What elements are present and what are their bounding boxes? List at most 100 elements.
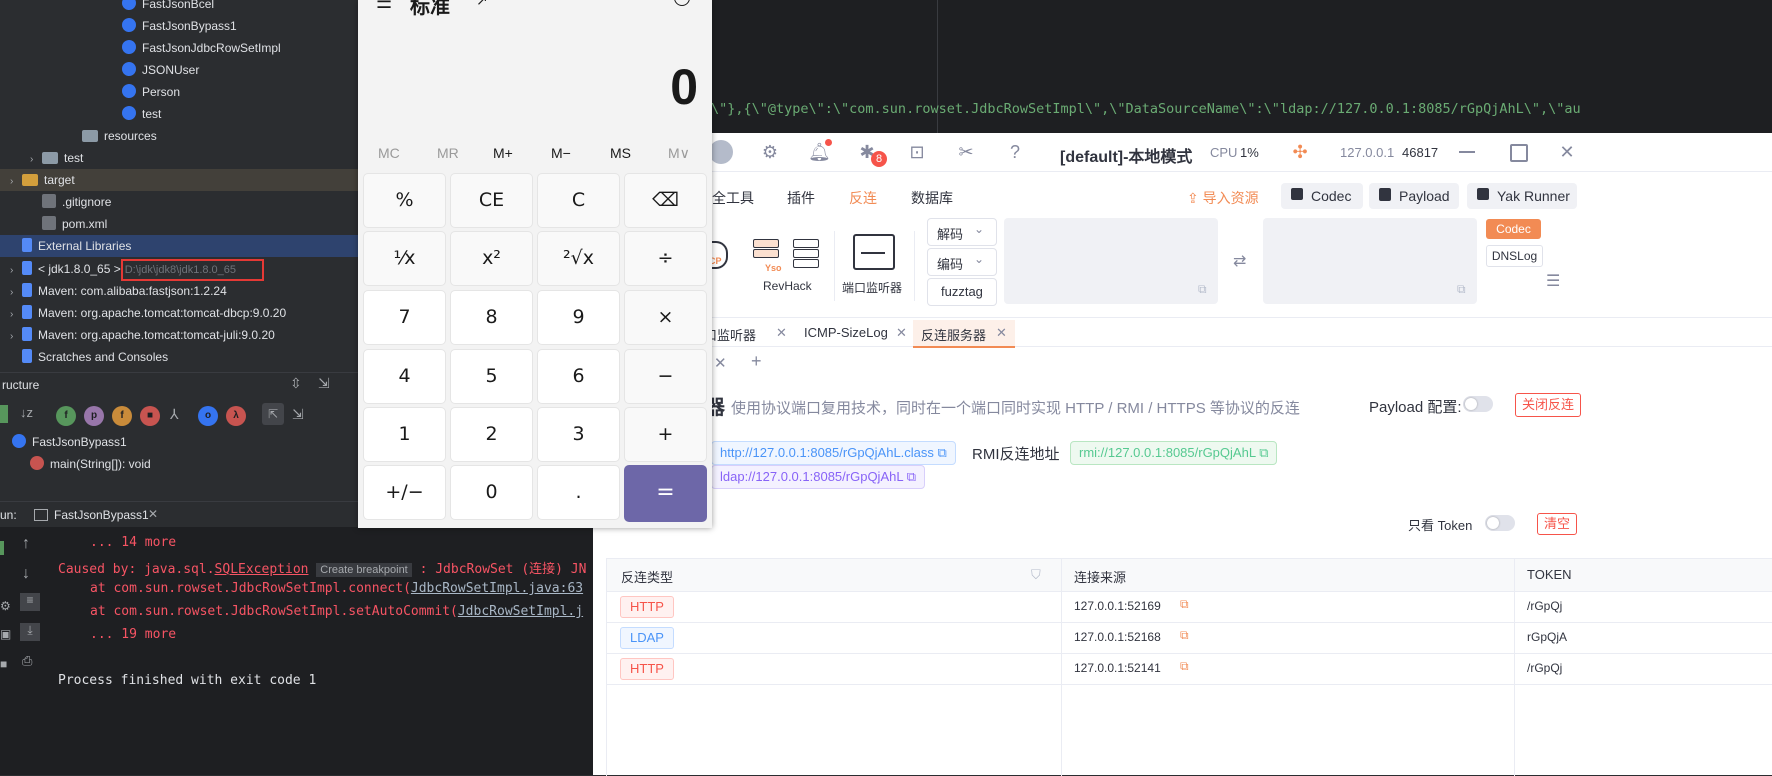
import-resources[interactable]: ⇪ 导入资源 <box>1187 188 1259 208</box>
arrow-up-icon[interactable]: ↑ <box>22 535 30 553</box>
soft-wrap-icon[interactable]: ≡ <box>20 593 40 611</box>
clear-button[interactable]: 清空 <box>1537 513 1578 535</box>
digit-8-key[interactable]: 8 <box>450 290 533 345</box>
percent-key[interactable]: % <box>363 173 446 228</box>
divide-key[interactable]: ÷ <box>624 231 707 286</box>
decode-select[interactable]: 解码 ⌄ <box>927 218 997 246</box>
settings-icon[interactable]: ⚙ <box>0 599 11 613</box>
structure-class[interactable]: FastJsonBypass1 <box>12 432 127 452</box>
port-listener-label[interactable]: 端口监听器 <box>842 279 902 296</box>
table-row[interactable]: HTTP 127.0.0.1:52141 ⧉ /rGpQj <box>607 653 1772 685</box>
copy-icon[interactable]: ⧉ <box>907 469 916 484</box>
digit-4-key[interactable]: 4 <box>363 349 446 404</box>
codec-button[interactable]: Codec <box>1281 183 1363 209</box>
tree-item[interactable]: JSONUser <box>0 59 358 81</box>
negate-key[interactable]: +/− <box>363 465 446 520</box>
create-breakpoint-hint[interactable]: Create breakpoint <box>316 563 412 577</box>
lambda-icon[interactable]: λ <box>226 406 246 426</box>
keep-on-top-icon[interactable]: ↗ <box>476 0 488 9</box>
tab-reverse-server[interactable]: 反连服务器 ✕ <box>913 320 1015 348</box>
tree-item[interactable]: › Maven: com.alibaba:fastjson:1.2.24 <box>0 280 358 302</box>
digit-2-key[interactable]: 2 <box>450 407 533 462</box>
square-key[interactable]: x² <box>450 231 533 286</box>
tree-item[interactable]: Person <box>0 81 358 103</box>
multiply-key[interactable]: × <box>624 290 707 345</box>
swap-icon[interactable]: ⇄ <box>1233 251 1246 271</box>
autoscroll-from-source-icon[interactable]: ⇲ <box>292 403 304 425</box>
chevron-right-icon[interactable]: › <box>30 149 42 171</box>
rmi-address[interactable]: rmi://127.0.0.1:8085/rGpQjAhL ⧉ <box>1070 441 1278 465</box>
backspace-icon[interactable]: ⌫ <box>624 173 707 228</box>
inherited-icon[interactable]: ⅄ <box>170 406 179 423</box>
fields-icon[interactable]: f <box>56 406 76 426</box>
mem-list[interactable]: M∨ <box>668 145 690 162</box>
clear-key[interactable]: C <box>537 173 620 228</box>
copy-icon[interactable]: ⧉ <box>1198 282 1207 297</box>
source-link[interactable]: JdbcRowSetImpl.java:63 <box>411 581 583 596</box>
subtract-key[interactable]: − <box>624 349 707 404</box>
menu-list-icon[interactable]: ☰ <box>1546 271 1560 291</box>
port-listener-icon[interactable] <box>853 234 895 270</box>
copy-icon[interactable]: ⧉ <box>1180 659 1189 674</box>
mem-clear[interactable]: MC <box>378 145 400 161</box>
digit-0-key[interactable]: 0 <box>450 465 533 520</box>
http-address[interactable]: http://127.0.0.1:8085/rGpQjAhL.class ⧉ <box>711 441 956 465</box>
tree-item[interactable]: pom.xml <box>0 213 358 235</box>
terminal-icon[interactable]: ⊡ <box>906 141 928 163</box>
chevron-right-icon[interactable]: › <box>10 171 22 193</box>
encode-select[interactable]: 编码 ⌄ <box>927 248 997 276</box>
tree-item[interactable]: › Maven: org.apache.tomcat:tomcat-juli:9.… <box>0 324 358 346</box>
tree-item[interactable]: .gitignore <box>0 191 358 213</box>
server-icon[interactable] <box>793 239 819 268</box>
chevron-right-icon[interactable]: › <box>10 260 22 282</box>
tree-item[interactable]: FastJsonJdbcRowSetImpl <box>0 37 358 59</box>
chevron-right-icon[interactable]: › <box>10 326 22 348</box>
tree-item[interactable]: Scratches and Consoles <box>0 346 358 368</box>
exception-link[interactable]: SQLException <box>215 562 309 577</box>
side-dnslog-tab[interactable]: DNSLog <box>1486 245 1543 267</box>
tree-item[interactable]: resources <box>0 125 358 147</box>
arrow-down-icon[interactable]: ↓ <box>22 565 30 583</box>
digit-1-key[interactable]: 1 <box>363 407 446 462</box>
fuzztag-button[interactable]: fuzztag <box>927 278 997 306</box>
gear-icon[interactable]: ⚙ <box>759 141 781 163</box>
hamburger-icon[interactable]: ☰ <box>376 0 392 13</box>
yak-runner-button[interactable]: Yak Runner <box>1467 183 1577 209</box>
rerun-icon[interactable] <box>0 541 4 555</box>
copy-icon[interactable]: ⧉ <box>1457 282 1466 297</box>
tree-item[interactable]: › Maven: org.apache.tomcat:tomcat-dbcp:9.… <box>0 302 358 324</box>
tree-item[interactable]: › target <box>0 169 358 191</box>
history-icon[interactable] <box>674 0 690 6</box>
copy-icon[interactable]: ⧉ <box>1180 628 1189 643</box>
copy-icon[interactable]: ⧉ <box>938 445 947 460</box>
help-icon[interactable]: ? <box>1004 141 1026 163</box>
add-tab-icon[interactable]: + <box>751 351 762 372</box>
close-icon[interactable]: ✕ <box>896 325 907 341</box>
scroll-to-end-icon[interactable]: ⤓ <box>20 623 40 641</box>
add-key[interactable]: + <box>624 407 707 462</box>
close-icon[interactable]: ✕ <box>1556 141 1578 163</box>
mem-store[interactable]: MS <box>610 145 631 161</box>
mem-subtract[interactable]: M− <box>551 145 571 161</box>
close-subtab-icon[interactable]: ✕ <box>714 354 727 372</box>
tools-icon[interactable]: ✂ <box>955 141 977 163</box>
codec-output[interactable]: ⧉ <box>1263 218 1477 304</box>
sort-alpha-icon[interactable]: ↓z <box>20 405 33 420</box>
show-fields-icon[interactable]: f <box>112 406 132 426</box>
codec-input[interactable]: ⧉ <box>1004 218 1218 304</box>
table-row[interactable]: HTTP 127.0.0.1:52169 ⧉ /rGpQj <box>607 591 1772 623</box>
tree-item[interactable]: FastJsonBcel <box>0 0 358 15</box>
tree-item[interactable]: test <box>0 103 358 125</box>
table-row[interactable]: LDAP 127.0.0.1:52168 ⧉ rGpQjA <box>607 622 1772 654</box>
mem-add[interactable]: M+ <box>493 145 513 161</box>
structure-method[interactable]: main(String[]): void <box>30 454 151 474</box>
anonymous-icon[interactable]: o <box>198 406 218 426</box>
payload-button[interactable]: Payload <box>1369 183 1459 209</box>
tree-item[interactable]: › test <box>0 147 358 169</box>
yso-icon[interactable]: Yso <box>753 239 782 273</box>
close-icon[interactable]: ✕ <box>996 325 1007 341</box>
clear-entry-key[interactable]: CE <box>450 173 533 228</box>
mem-recall[interactable]: MR <box>437 145 459 161</box>
expand-all-icon[interactable]: ⇳ <box>290 375 302 392</box>
digit-7-key[interactable]: 7 <box>363 290 446 345</box>
